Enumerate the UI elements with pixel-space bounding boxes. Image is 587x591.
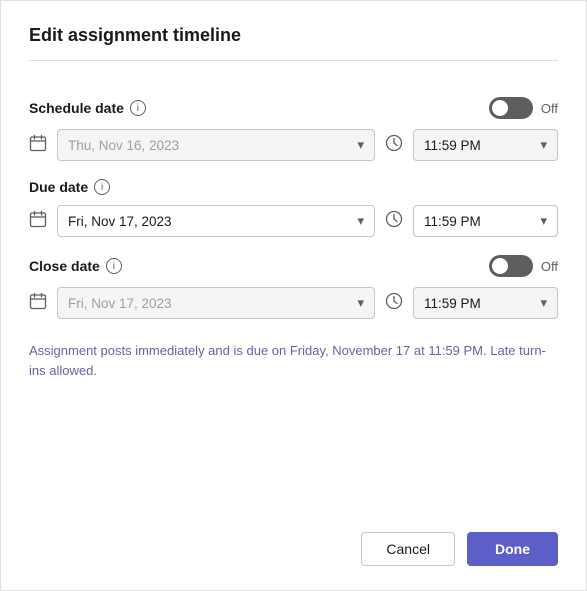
dialog-title: Edit assignment timeline [29,25,558,61]
close-date-toggle[interactable] [489,255,533,277]
schedule-date-toggle[interactable] [489,97,533,119]
schedule-date-info-icon[interactable]: i [130,100,146,116]
due-time-input[interactable]: 11:59 PM ▾ [413,205,558,237]
close-time-value: 11:59 PM [424,296,532,311]
dialog-footer: Cancel Done [29,500,558,566]
due-date-header: Due date i [29,179,558,195]
due-time-clock-icon [385,210,403,233]
schedule-date-toggle-label: Off [541,101,558,116]
schedule-time-value: 11:59 PM [424,138,532,153]
schedule-date-section: Schedule date i Off Thu, Nov 16, [29,97,558,161]
schedule-date-calendar-icon [29,134,47,157]
close-date-calendar-icon [29,292,47,315]
close-date-toggle-row: Off [489,255,558,277]
close-time-chevron-icon: ▾ [540,295,547,311]
schedule-date-fields-row: Thu, Nov 16, 2023 ▾ 11:59 PM ▾ [29,129,558,161]
schedule-date-label: Schedule date [29,100,124,116]
schedule-time-clock-icon [385,134,403,157]
close-date-fields-row: Fri, Nov 17, 2023 ▾ 11:59 PM ▾ [29,287,558,319]
close-date-chevron-icon: ▾ [357,295,364,311]
close-date-value: Fri, Nov 17, 2023 [68,296,349,311]
due-date-calendar-icon [29,210,47,233]
edit-assignment-timeline-dialog: Edit assignment timeline Schedule date i… [0,0,587,591]
close-date-toggle-label: Off [541,259,558,274]
due-date-chevron-icon: ▾ [357,213,364,229]
close-date-label-row: Close date i [29,258,122,274]
due-date-input[interactable]: Fri, Nov 17, 2023 ▾ [57,205,375,237]
schedule-time-input[interactable]: 11:59 PM ▾ [413,129,558,161]
schedule-time-chevron-icon: ▾ [540,137,547,153]
schedule-date-value: Thu, Nov 16, 2023 [68,138,349,153]
due-date-value: Fri, Nov 17, 2023 [68,214,349,229]
schedule-date-header: Schedule date i Off [29,97,558,119]
due-time-value: 11:59 PM [424,214,532,229]
done-button[interactable]: Done [467,532,558,566]
due-date-label-row: Due date i [29,179,110,195]
close-date-toggle-knob [492,258,508,274]
schedule-date-toggle-knob [492,100,508,116]
close-date-input[interactable]: Fri, Nov 17, 2023 ▾ [57,287,375,319]
close-time-clock-icon [385,292,403,315]
assignment-info-text: Assignment posts immediately and is due … [29,341,558,380]
due-time-chevron-icon: ▾ [540,213,547,229]
schedule-date-chevron-icon: ▾ [357,137,364,153]
schedule-date-label-row: Schedule date i [29,100,146,116]
due-date-fields-row: Fri, Nov 17, 2023 ▾ 11:59 PM ▾ [29,205,558,237]
cancel-button[interactable]: Cancel [361,532,455,566]
due-date-section: Due date i Fri, Nov 17, 2023 ▾ [29,179,558,237]
due-date-info-icon[interactable]: i [94,179,110,195]
close-date-header: Close date i Off [29,255,558,277]
close-time-input[interactable]: 11:59 PM ▾ [413,287,558,319]
close-date-label: Close date [29,258,100,274]
close-date-info-icon[interactable]: i [106,258,122,274]
schedule-date-toggle-row: Off [489,97,558,119]
due-date-label: Due date [29,179,88,195]
schedule-date-input[interactable]: Thu, Nov 16, 2023 ▾ [57,129,375,161]
close-date-section: Close date i Off Fri, Nov 17, 202 [29,255,558,319]
